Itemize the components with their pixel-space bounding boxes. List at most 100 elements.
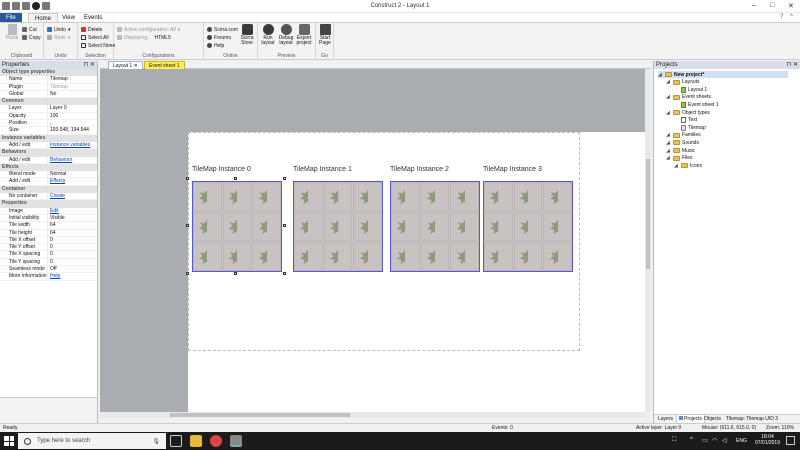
- undo-button[interactable]: Undo ▾: [47, 26, 70, 33]
- property-value[interactable]: Tilemap: [48, 76, 97, 82]
- property-link[interactable]: Help: [50, 273, 60, 279]
- property-link[interactable]: Instance variables: [50, 142, 90, 148]
- property-row[interactable]: Tile Y spacing 0: [0, 258, 97, 267]
- undo-dropdown-icon[interactable]: ▾: [68, 27, 71, 33]
- task-view-icon[interactable]: [170, 435, 182, 447]
- tree-expander-icon[interactable]: ◢: [658, 72, 663, 78]
- active-configuration-dropdown[interactable]: Active configuration: All ▾: [117, 26, 180, 33]
- tree-item[interactable]: Tilemap: [674, 124, 706, 131]
- property-value[interactable]: 0: [48, 259, 97, 265]
- help-question-icon[interactable]: ?: [780, 14, 783, 20]
- property-row[interactable]: Add / edit Effects: [0, 178, 97, 186]
- property-value[interactable]: Normal: [48, 171, 97, 177]
- property-value[interactable]: Visible: [48, 215, 97, 221]
- maximize-icon[interactable]: □: [770, 2, 774, 9]
- volume-icon[interactable]: ◁: [722, 437, 727, 444]
- tree-item[interactable]: ◢ Icons: [674, 162, 702, 169]
- help-link[interactable]: Help: [207, 42, 224, 49]
- tilemap-instance-0[interactable]: [192, 181, 282, 272]
- redo-dropdown-icon[interactable]: ▾: [68, 35, 71, 41]
- resize-handle[interactable]: [283, 224, 286, 227]
- property-row[interactable]: Tile X spacing 0: [0, 251, 97, 259]
- property-value[interactable]: ,: [48, 120, 97, 126]
- tilemap-instance-1[interactable]: [293, 181, 383, 272]
- close-icon[interactable]: ✕: [788, 2, 794, 10]
- tree-expander-icon[interactable]: ◢: [666, 148, 671, 154]
- property-category[interactable]: Container: [0, 185, 97, 194]
- tree-expander-icon[interactable]: ◢: [666, 140, 671, 146]
- property-row[interactable]: Plugin Tilemap: [0, 83, 97, 91]
- canvas-horizontal-scrollbar[interactable]: [100, 412, 645, 418]
- start-page-button[interactable]: Start Page: [316, 24, 334, 46]
- tree-item[interactable]: Text: [674, 117, 697, 124]
- tree-item[interactable]: Event sheet 1: [674, 101, 719, 108]
- property-category[interactable]: Object type properties: [0, 69, 97, 77]
- property-row[interactable]: Blend mode Normal: [0, 171, 97, 179]
- property-row[interactable]: Tile X offset 0: [0, 236, 97, 245]
- tree-item[interactable]: Layout 1: [674, 86, 707, 93]
- minimize-icon[interactable]: –: [752, 2, 756, 9]
- property-link[interactable]: Create: [50, 193, 65, 199]
- layout-canvas[interactable]: TileMap Instance 0 TileMap Instance 1 Ti…: [100, 69, 645, 412]
- wifi-icon[interactable]: ◠: [712, 437, 717, 444]
- collapse-ribbon-icon[interactable]: ^: [790, 14, 793, 20]
- property-value[interactable]: Help: [48, 273, 97, 279]
- property-row[interactable]: Global No: [0, 90, 97, 99]
- tree-expander-icon[interactable]: ◢: [674, 163, 679, 169]
- property-row[interactable]: Position,: [0, 120, 97, 128]
- run-layout-button[interactable]: Run layout: [259, 24, 277, 46]
- property-row[interactable]: Image Edit: [0, 207, 97, 215]
- tree-item[interactable]: ◢ Sounds: [666, 139, 699, 146]
- property-category[interactable]: Instance variables: [0, 134, 97, 142]
- language-indicator[interactable]: ENG: [736, 438, 747, 444]
- tree-item[interactable]: ◢ Layouts: [666, 79, 700, 86]
- property-row[interactable]: Tile height 64: [0, 229, 97, 237]
- property-row[interactable]: Add / edit Instance variables: [0, 141, 97, 150]
- property-value[interactable]: 193.548, 194.544: [48, 127, 97, 133]
- select-all-button[interactable]: Select All: [81, 34, 109, 41]
- property-value[interactable]: Off: [48, 266, 97, 272]
- tree-item[interactable]: ◢ Object types: [666, 109, 710, 116]
- chrome-icon[interactable]: [210, 435, 222, 447]
- notifications-icon[interactable]: [786, 436, 795, 445]
- network-icon[interactable]: ▭: [702, 437, 708, 444]
- forums-link[interactable]: Forums: [207, 34, 231, 41]
- property-value[interactable]: 0: [48, 244, 97, 250]
- property-value[interactable]: Layer 0: [48, 105, 97, 111]
- resize-handle[interactable]: [234, 177, 237, 180]
- tree-expander-icon[interactable]: ◢: [666, 79, 671, 85]
- panel-close-icon[interactable]: ⊓ ✕: [84, 61, 97, 69]
- tree-item[interactable]: ◢ Music: [666, 147, 695, 154]
- tree-item[interactable]: ◢ Event sheets: [666, 94, 711, 101]
- property-category[interactable]: Effects: [0, 163, 97, 172]
- property-value[interactable]: 100: [48, 113, 97, 119]
- debug-layout-button[interactable]: Debug layout: [277, 24, 295, 46]
- resize-handle[interactable]: [234, 272, 237, 275]
- tilemap-instance-2[interactable]: [390, 181, 480, 272]
- resize-handle[interactable]: [186, 272, 189, 275]
- tree-item[interactable]: ◢ Families: [666, 132, 701, 139]
- resize-handle[interactable]: [186, 177, 189, 180]
- property-row[interactable]: Name Tilemap: [0, 76, 97, 84]
- property-row[interactable]: Opacity 100: [0, 112, 97, 121]
- property-row[interactable]: Add / edit Behaviors: [0, 156, 97, 164]
- displaying-dropdown[interactable]: Displaying: HTML5: [117, 34, 171, 41]
- tree-expander-icon[interactable]: ◢: [666, 110, 671, 116]
- taskbar-search[interactable]: Type here to search 🎙: [18, 433, 166, 449]
- system-clock[interactable]: 18:04 07/01/2019: [755, 434, 780, 446]
- tray-chevron-icon[interactable]: ^: [690, 437, 693, 443]
- property-value[interactable]: 64: [48, 230, 97, 236]
- property-row[interactable]: Layer Layer 0: [0, 105, 97, 113]
- file-explorer-icon[interactable]: [190, 435, 202, 447]
- property-row[interactable]: Seamless mode Off: [0, 266, 97, 274]
- property-category[interactable]: Behaviors: [0, 149, 97, 157]
- property-link[interactable]: Effects: [50, 178, 65, 184]
- property-value[interactable]: Tilemap: [48, 84, 97, 90]
- property-row[interactable]: More information Help: [0, 273, 97, 281]
- scirra-link[interactable]: Scirra.com: [207, 26, 238, 33]
- resize-handle[interactable]: [283, 272, 286, 275]
- tab-layout-1[interactable]: Layout 1 ✕: [108, 61, 143, 69]
- property-value[interactable]: 0: [48, 251, 97, 257]
- windows-start-icon[interactable]: [4, 436, 14, 446]
- property-link[interactable]: Behaviors: [50, 157, 72, 163]
